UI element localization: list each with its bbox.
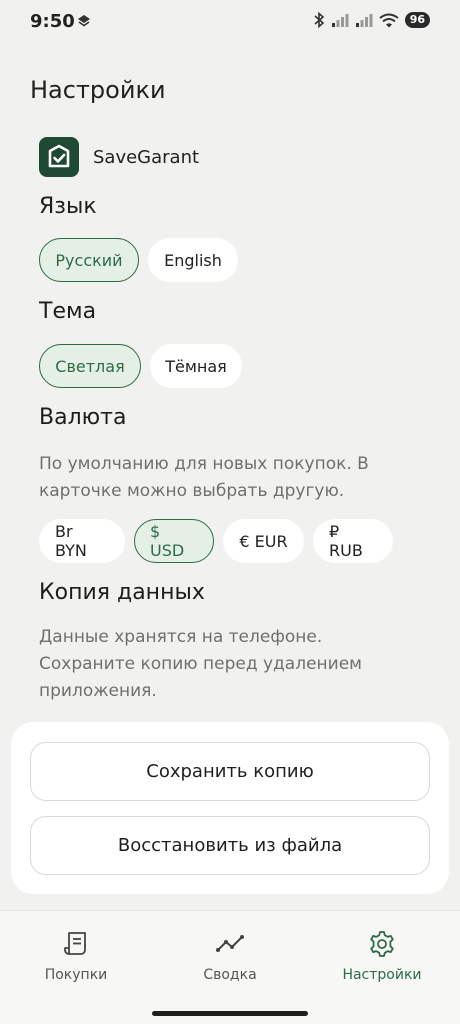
theme-option-dark[interactable]: Тёмная — [150, 344, 242, 388]
gear-icon — [370, 931, 394, 957]
currency-title: Валюта — [39, 405, 127, 430]
status-icons: 96 — [313, 12, 430, 28]
home-indicator[interactable] — [152, 1011, 308, 1016]
nav-label-settings: Настройки — [342, 967, 422, 983]
backup-title: Копия данных — [39, 580, 205, 605]
language-options: Русский English — [39, 238, 238, 282]
currency-option-eur[interactable]: € EUR — [223, 519, 304, 563]
backup-card: Сохранить копию Восстановить из файла — [11, 722, 449, 894]
save-backup-button[interactable]: Сохранить копию — [30, 742, 430, 801]
nav-item-settings[interactable]: Настройки — [322, 929, 442, 983]
brand: SaveGarant — [39, 137, 199, 177]
trend-chart-icon — [216, 935, 244, 952]
currency-option-rub[interactable]: ₽ RUB — [313, 519, 393, 563]
brand-name: SaveGarant — [93, 146, 200, 168]
currency-option-usd[interactable]: $ USD — [134, 519, 214, 563]
status-bar: 9:50 96 — [0, 0, 460, 44]
currency-option-byn[interactable]: Br BYN — [39, 519, 125, 563]
language-option-russian[interactable]: Русский — [39, 238, 139, 282]
theme-options: Светлая Тёмная — [39, 344, 242, 388]
signal-icon — [355, 14, 373, 27]
language-option-english[interactable]: English — [148, 238, 238, 282]
language-title: Язык — [39, 194, 97, 219]
receipt-icon — [64, 932, 86, 955]
restore-from-file-button[interactable]: Восстановить из файла — [30, 816, 430, 875]
backup-description: Данные хранятся на телефоне. Сохраните к… — [39, 627, 362, 701]
battery-badge: 96 — [404, 12, 430, 28]
shield-check-icon — [39, 137, 79, 177]
theme-title: Тема — [39, 299, 97, 324]
currency-options: Br BYN $ USD € EUR ₽ RUB — [39, 519, 393, 563]
nav-label-purchases: Покупки — [44, 967, 108, 983]
layers-icon — [78, 15, 90, 27]
page-title: Настройки — [30, 76, 166, 104]
nav-item-summary[interactable]: Сводка — [170, 929, 290, 983]
status-time: 9:50 — [30, 11, 75, 32]
currency-description: По умолчанию для новых покупок. В карточ… — [39, 454, 369, 501]
nav-item-purchases[interactable]: Покупки — [16, 929, 136, 983]
bottom-nav: Покупки Сводка Настройки — [0, 910, 460, 1024]
wifi-icon — [379, 13, 399, 27]
signal-icon — [331, 14, 349, 27]
nav-label-summary: Сводка — [203, 967, 257, 983]
theme-option-light[interactable]: Светлая — [39, 344, 141, 388]
bluetooth-icon — [314, 12, 324, 28]
